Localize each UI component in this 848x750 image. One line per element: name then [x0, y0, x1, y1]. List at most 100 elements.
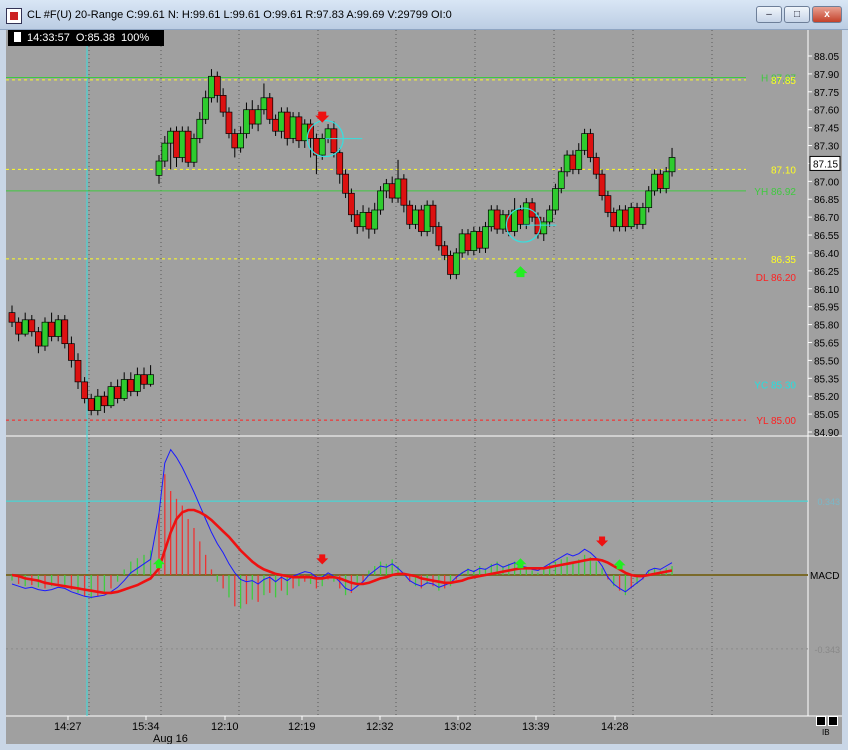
- candle-body: [651, 173, 658, 192]
- minimize-button[interactable]: –: [756, 6, 782, 23]
- candle-body: [127, 379, 135, 392]
- candle: [651, 169, 658, 196]
- candle: [295, 112, 303, 148]
- candle-body: [452, 252, 460, 275]
- candle: [120, 372, 128, 401]
- candle: [511, 198, 518, 237]
- candle-body: [447, 254, 454, 275]
- candle: [371, 202, 379, 234]
- candle: [616, 205, 623, 232]
- candle-body: [196, 118, 204, 139]
- candle: [35, 326, 42, 354]
- clock-o-value: O:85.38: [75, 32, 115, 44]
- candle-body: [330, 128, 338, 154]
- candle-body: [8, 312, 16, 323]
- candle: [147, 365, 154, 387]
- candle-body: [458, 233, 466, 254]
- candle-body: [441, 245, 449, 256]
- candle-body: [482, 226, 489, 249]
- candle: [476, 226, 483, 253]
- candle: [569, 150, 577, 175]
- candle-body: [388, 183, 396, 199]
- candle-body: [48, 321, 55, 337]
- candle-body: [592, 157, 600, 175]
- time-axis-label: 13:02: [444, 721, 472, 733]
- candle: [604, 190, 612, 218]
- time-axis-label: 14:28: [601, 721, 629, 733]
- candle-body: [260, 97, 268, 111]
- price-tick-label: 86.70: [814, 213, 839, 224]
- candle-body: [499, 214, 507, 230]
- candle: [330, 121, 338, 158]
- price-tick-label: 86.85: [814, 195, 839, 206]
- candle-body: [418, 209, 425, 232]
- candle-body: [487, 209, 495, 228]
- candle: [243, 102, 250, 139]
- price-tick-label: 87.90: [814, 70, 839, 81]
- candle: [429, 200, 437, 234]
- candle: [208, 69, 215, 103]
- candle: [161, 135, 169, 168]
- candle: [487, 205, 495, 232]
- candle: [127, 372, 135, 397]
- close-button[interactable]: x: [812, 6, 842, 23]
- candle-body: [552, 188, 559, 211]
- candle: [178, 126, 186, 163]
- candle: [289, 112, 297, 144]
- candle-body: [557, 171, 565, 189]
- price-tick-label: 87.30: [814, 142, 839, 153]
- candle-body: [278, 111, 285, 132]
- chart-area[interactable]: 88.05 87.90 87.75 87.60 87.45 87.30 87.15 87.00…: [6, 30, 842, 744]
- candle: [598, 169, 606, 201]
- price-tick-label: 85.65: [814, 338, 839, 349]
- candle: [342, 169, 349, 199]
- candle-body: [81, 381, 88, 399]
- price-tick-label: 86.55: [814, 231, 839, 242]
- candle-body: [324, 128, 332, 139]
- candle-body: [423, 204, 431, 232]
- candle-body: [662, 171, 670, 189]
- macd-upper-level-label: 0.343: [817, 497, 840, 507]
- candle-body: [365, 212, 373, 230]
- candle: [412, 205, 419, 230]
- price-chart[interactable]: 88.05 87.90 87.75 87.60 87.45 87.30 87.15 87.00…: [6, 30, 842, 744]
- price-tick-label: 87.45: [814, 124, 839, 135]
- price-tick-label: 87.75: [814, 88, 839, 99]
- candle-body: [470, 231, 478, 251]
- price-tick-label: 88.05: [814, 52, 839, 63]
- candle: [348, 188, 355, 222]
- price-tick-label: 84.90: [814, 428, 839, 439]
- candle: [324, 124, 332, 144]
- candle-body: [94, 395, 102, 411]
- candle: [48, 312, 55, 342]
- price-tick-label: 87.00: [814, 177, 839, 188]
- panel-icon-right[interactable]: [828, 716, 838, 726]
- candle: [482, 221, 489, 253]
- candle-body: [406, 204, 414, 225]
- candle: [400, 174, 408, 213]
- candle-body: [28, 319, 36, 333]
- maximize-button[interactable]: □: [784, 6, 810, 23]
- candle: [610, 207, 618, 232]
- candle: [423, 200, 431, 237]
- candle-body: [353, 214, 361, 228]
- price-tick-label: 85.80: [814, 321, 839, 332]
- candle: [190, 133, 198, 168]
- candle-body: [464, 233, 472, 251]
- price-tick-label: 86.40: [814, 249, 839, 260]
- candle: [499, 209, 507, 234]
- candle-body: [610, 212, 618, 228]
- panel-icon-left[interactable]: [816, 716, 826, 726]
- candle-body: [272, 118, 279, 132]
- title-bar: CL #F(U) 20-Range C:99.61 N: H:99.61 L:9…: [0, 0, 848, 30]
- candle: [213, 71, 221, 103]
- candle: [563, 150, 571, 177]
- bottom-corner-icons[interactable]: IB: [816, 716, 840, 740]
- ib-label: IB: [822, 728, 830, 737]
- time-axis-label: 13:39: [522, 721, 550, 733]
- candle: [28, 315, 36, 337]
- candle: [101, 391, 108, 413]
- candle: [107, 381, 115, 409]
- candle: [540, 217, 548, 242]
- app-icon[interactable]: [6, 8, 22, 24]
